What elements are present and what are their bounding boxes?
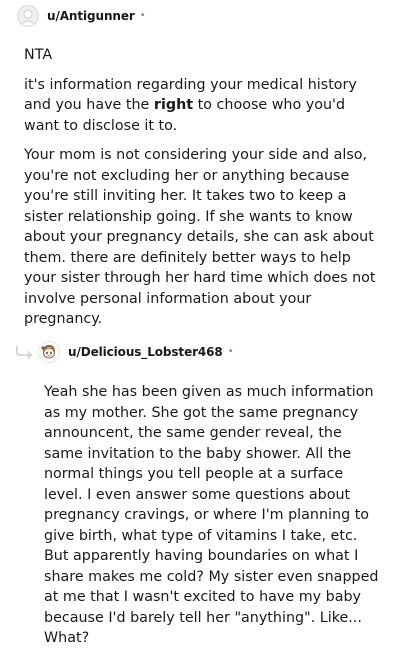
bold-text: right xyxy=(153,97,194,113)
avatar[interactable] xyxy=(17,5,39,27)
snoo-avatar-icon xyxy=(41,345,55,359)
comment-paragraph: NTA xyxy=(24,47,53,63)
reply-arrow-icon xyxy=(15,344,35,364)
comment-paragraph: Your mom is not considering your side an… xyxy=(24,147,376,327)
comment-paragraph: Yeah she has been given as much informat… xyxy=(44,384,379,646)
separator-dot: • xyxy=(139,10,146,21)
user-avatar-icon xyxy=(20,9,36,26)
comment-body: NTA it's information regarding your medi… xyxy=(24,45,380,339)
separator-dot: • xyxy=(227,346,234,357)
comment-body: Yeah she has been given as much informat… xyxy=(44,382,382,658)
comment-paragraph: it's information regarding your medical … xyxy=(24,75,380,137)
comment-header: u/Antigunner • xyxy=(17,5,146,27)
comment-author[interactable]: u/Antigunner xyxy=(47,9,135,23)
comment-header: u/Delicious_Lobster468 • xyxy=(38,341,234,363)
avatar[interactable] xyxy=(38,341,60,363)
comment-author[interactable]: u/Delicious_Lobster468 xyxy=(68,345,223,359)
